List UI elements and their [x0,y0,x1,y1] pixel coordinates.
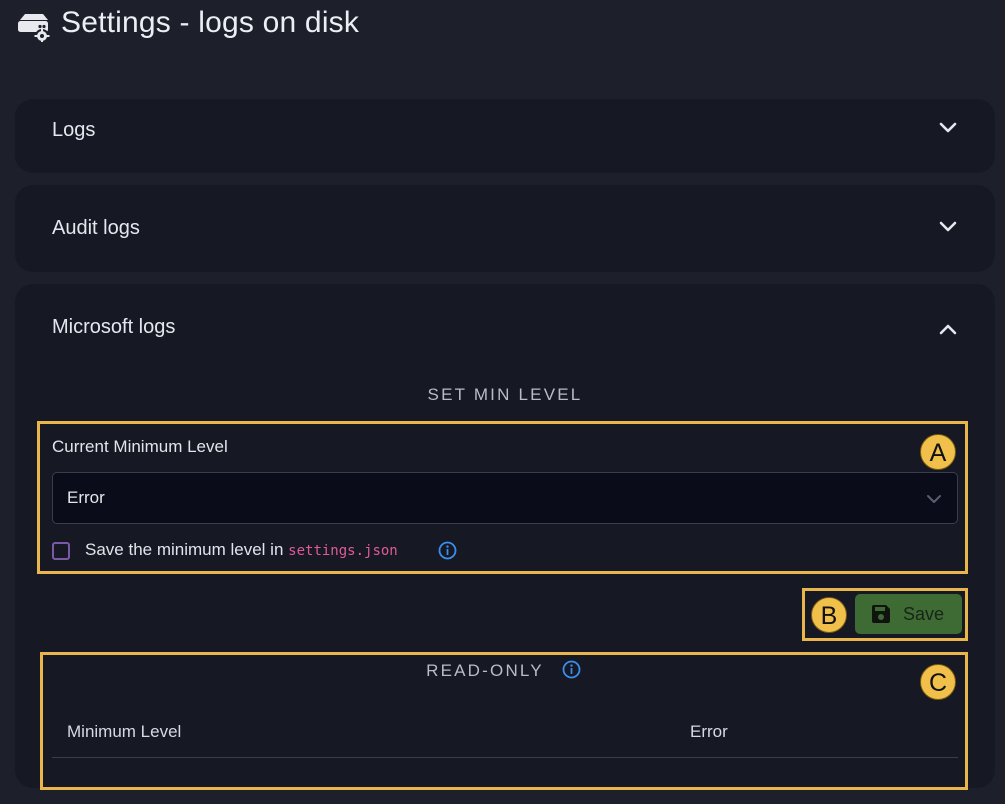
logs-panel[interactable]: Logs [15,99,995,173]
logs-panel-title[interactable]: Logs [52,119,95,142]
page-header: Settings - logs on disk [0,0,1005,60]
page-title: Settings - logs on disk [61,6,360,39]
annotation-badge-c: C [920,664,956,700]
annotation-box-a [37,421,968,574]
server-settings-icon [18,14,50,42]
annotation-badge-b: B [811,597,847,633]
chevron-down-icon[interactable] [937,117,959,139]
audit-logs-panel[interactable]: Audit logs [15,185,995,272]
annotation-box-c [40,652,968,790]
set-min-level-heading: SET MIN LEVEL [427,385,583,404]
microsoft-logs-panel-title[interactable]: Microsoft logs [52,316,175,339]
audit-logs-panel-title[interactable]: Audit logs [52,217,140,240]
chevron-down-icon[interactable] [937,216,959,238]
annotation-badge-a: A [920,434,956,470]
chevron-up-icon[interactable] [937,318,959,340]
